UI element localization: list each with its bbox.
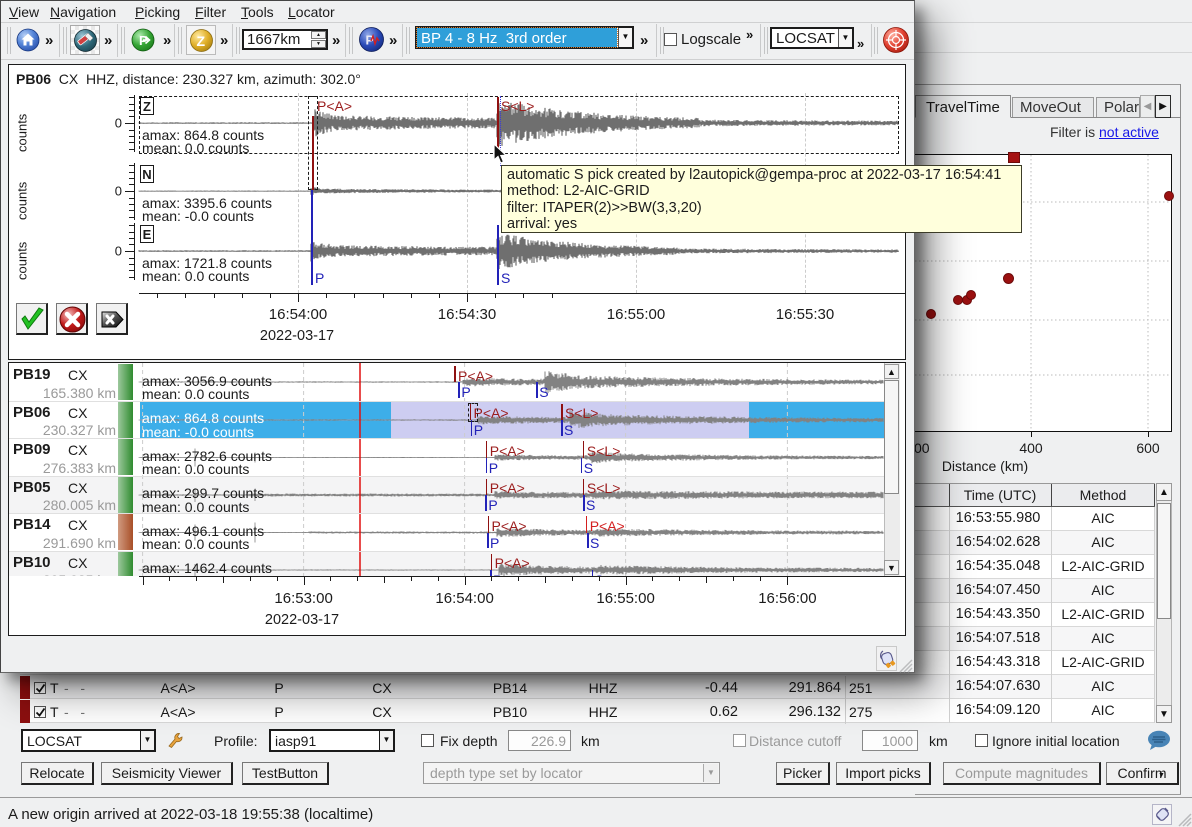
svg-text:Z: Z: [197, 33, 206, 49]
